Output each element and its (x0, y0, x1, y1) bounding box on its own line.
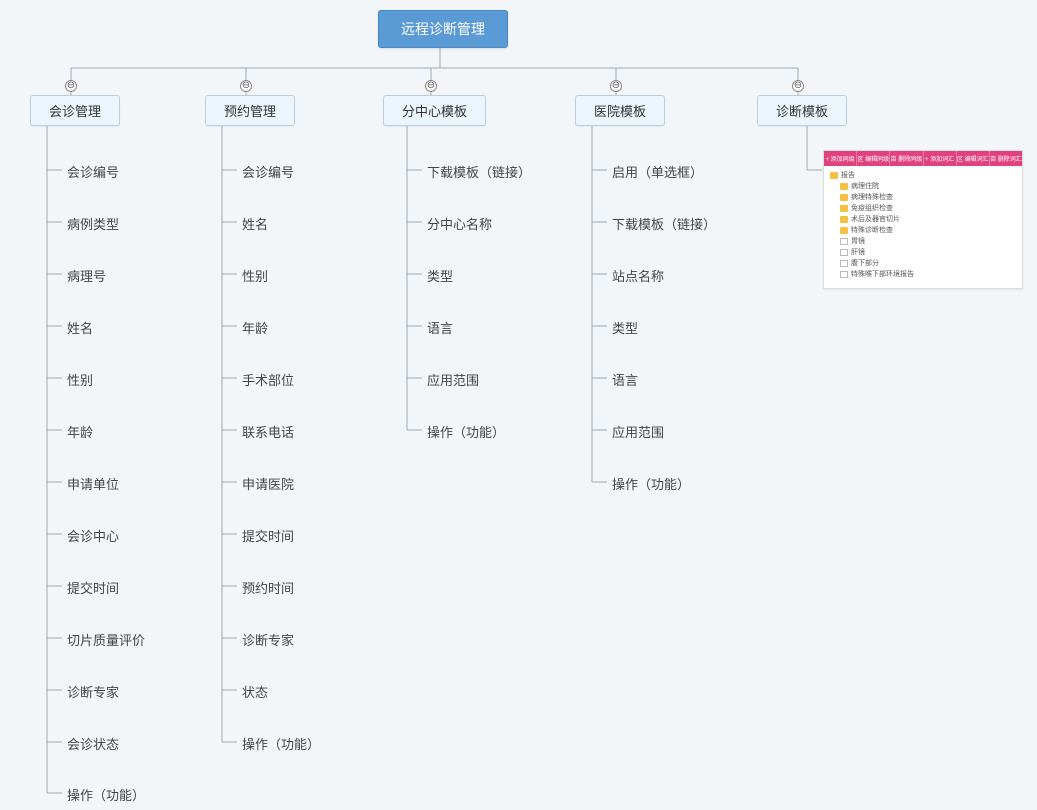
screenshot-button[interactable]: + 添加同级 (824, 151, 857, 166)
leaf-item[interactable]: 应用范围 (427, 370, 479, 389)
folder-icon (840, 183, 848, 190)
category-label: 分中心模板 (402, 104, 467, 119)
leaf-item[interactable]: 病理号 (67, 266, 106, 285)
leaf-item[interactable]: 预约时间 (242, 578, 294, 597)
leaf-item[interactable]: 申请医院 (242, 474, 294, 493)
leaf-item[interactable]: 诊断专家 (242, 630, 294, 649)
screenshot-tree-item[interactable]: 病理住院 (830, 181, 1016, 192)
category-label: 会诊管理 (49, 104, 101, 119)
screenshot-tree-item[interactable]: 免疫组织检查 (830, 203, 1016, 214)
leaf-item[interactable]: 会诊中心 (67, 526, 119, 545)
leaf-item[interactable]: 性别 (67, 370, 93, 389)
leaf-item[interactable]: 申请单位 (67, 474, 119, 493)
leaf-item[interactable]: 诊断专家 (67, 682, 119, 701)
leaf-item[interactable]: 手术部位 (242, 370, 294, 389)
page-icon (840, 238, 848, 245)
leaf-item[interactable]: 语言 (612, 370, 638, 389)
screenshot-tree-item[interactable]: 特殊喉下部环境报告 (830, 269, 1016, 280)
leaf-item[interactable]: 会诊编号 (67, 162, 119, 181)
screenshot-tree-item[interactable]: 胃镜 (830, 236, 1016, 247)
category-label: 预约管理 (224, 104, 276, 119)
screenshot-button[interactable]: 亩 删除同级 (890, 151, 923, 166)
category-node-booking[interactable]: 预约管理 (205, 95, 295, 126)
org-chart-canvas: 远程诊断管理 ⊖ ⊖ ⊖ ⊖ ⊖ 会诊管理 预约管理 分中心模板 医院模板 诊断… (0, 0, 1037, 810)
screenshot-button[interactable]: 区 编辑词汇 (957, 151, 990, 166)
leaf-item[interactable]: 提交时间 (67, 578, 119, 597)
screenshot-tree-item[interactable]: 病理特殊检查 (830, 192, 1016, 203)
category-node-diagnosis[interactable]: 诊断模板 (757, 95, 847, 126)
leaf-item[interactable]: 年龄 (67, 422, 93, 441)
screenshot-toolbar: + 添加同级 区 编辑同级 亩 删除同级 + 添加词汇 区 编辑词汇 亩 删除词… (824, 151, 1022, 166)
folder-icon (840, 205, 848, 212)
screenshot-tree-item[interactable]: 腹下部分 (830, 258, 1016, 269)
folder-icon (830, 172, 838, 179)
leaf-item[interactable]: 类型 (427, 266, 453, 285)
leaf-item[interactable]: 会诊编号 (242, 162, 294, 181)
leaf-item[interactable]: 启用（单选框） (612, 162, 703, 181)
leaf-item[interactable]: 姓名 (242, 214, 268, 233)
collapse-toggle[interactable]: ⊖ (792, 80, 804, 92)
category-node-consult[interactable]: 会诊管理 (30, 95, 120, 126)
collapse-toggle[interactable]: ⊖ (65, 80, 77, 92)
leaf-item[interactable]: 病例类型 (67, 214, 119, 233)
leaf-item[interactable]: 提交时间 (242, 526, 294, 545)
leaf-item[interactable]: 性别 (242, 266, 268, 285)
diagnosis-template-screenshot: + 添加同级 区 编辑同级 亩 删除同级 + 添加词汇 区 编辑词汇 亩 删除词… (823, 150, 1023, 289)
leaf-item[interactable]: 操作（功能） (67, 785, 145, 804)
leaf-item[interactable]: 会诊状态 (67, 734, 119, 753)
folder-icon (840, 227, 848, 234)
leaf-item[interactable]: 操作（功能） (427, 422, 505, 441)
leaf-item[interactable]: 类型 (612, 318, 638, 337)
leaf-item[interactable]: 姓名 (67, 318, 93, 337)
page-icon (840, 260, 848, 267)
screenshot-tree-item[interactable]: 报告 (830, 170, 1016, 181)
leaf-item[interactable]: 操作（功能） (612, 474, 690, 493)
category-node-hospital[interactable]: 医院模板 (575, 95, 665, 126)
screenshot-tree-item[interactable]: 特殊诊断检查 (830, 225, 1016, 236)
category-node-subcenter[interactable]: 分中心模板 (383, 95, 486, 126)
root-node[interactable]: 远程诊断管理 (378, 10, 508, 48)
leaf-item[interactable]: 操作（功能） (242, 734, 320, 753)
screenshot-button[interactable]: 亩 删除词汇 (990, 151, 1022, 166)
screenshot-button[interactable]: 区 编辑同级 (857, 151, 890, 166)
leaf-item[interactable]: 语言 (427, 318, 453, 337)
collapse-toggle[interactable]: ⊖ (610, 80, 622, 92)
connector-lines (0, 0, 1037, 810)
leaf-item[interactable]: 分中心名称 (427, 214, 492, 233)
leaf-item[interactable]: 下载模板（链接） (612, 214, 716, 233)
root-label: 远程诊断管理 (401, 21, 485, 37)
leaf-item[interactable]: 下载模板（链接） (427, 162, 531, 181)
leaf-item[interactable]: 应用范围 (612, 422, 664, 441)
category-label: 诊断模板 (776, 104, 828, 119)
collapse-toggle[interactable]: ⊖ (240, 80, 252, 92)
page-icon (840, 249, 848, 256)
leaf-item[interactable]: 站点名称 (612, 266, 664, 285)
screenshot-button[interactable]: + 添加词汇 (924, 151, 957, 166)
leaf-item[interactable]: 切片质量评价 (67, 630, 145, 649)
leaf-item[interactable]: 状态 (242, 682, 268, 701)
collapse-toggle[interactable]: ⊖ (425, 80, 437, 92)
leaf-item[interactable]: 联系电话 (242, 422, 294, 441)
folder-icon (840, 216, 848, 223)
folder-icon (840, 194, 848, 201)
category-label: 医院模板 (594, 104, 646, 119)
page-icon (840, 271, 848, 278)
screenshot-tree-item[interactable]: 术后及器官切片 (830, 214, 1016, 225)
screenshot-tree: 报告 病理住院 病理特殊检查 免疫组织检查 术后及器官切片 特殊诊断检查 胃镜 … (824, 166, 1022, 288)
leaf-item[interactable]: 年龄 (242, 318, 268, 337)
screenshot-tree-item[interactable]: 肝镜 (830, 247, 1016, 258)
